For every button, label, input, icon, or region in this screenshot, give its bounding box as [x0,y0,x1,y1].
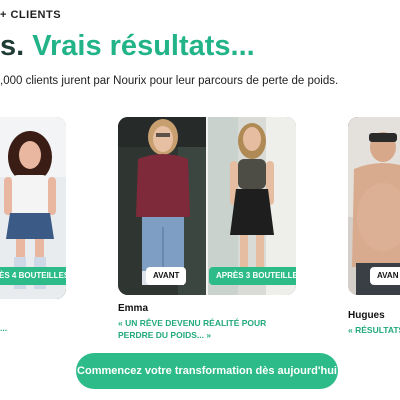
page-subtitle: ,000 clients jurent par Nourix pour leur… [0,75,339,87]
testimonial-card-3: AVAN [348,117,400,295]
headline-dark-part: s. [0,30,25,62]
before-label: AVAN [370,267,400,285]
testimonial-quote-2: « UN RÊVE DEVENU RÉALITÉ POUR PERDRE DU … [118,318,267,340]
before-label: AVANT [146,267,187,285]
testimonial-quote-3: « RÉSULTATS V [348,325,400,335]
testimonial-card-1: ÈS 4 BOUTEILLES [0,117,66,299]
after-label: ÈS 4 BOUTEILLES [0,267,66,285]
testimonial-name: Hugues [348,310,385,321]
after-label: APRÈS 3 BOUTEILLES [209,267,296,285]
testimonial-card-2: AVANT APRÈS 3 BOUTEILLES [118,117,296,295]
headline-accent-part: Vrais résultats... [32,30,255,62]
start-transformation-button[interactable]: Commencez votre transformation dès aujou… [76,353,338,389]
testimonial-quote-1: ... [0,323,8,333]
testimonial-name: Emma [118,303,149,314]
clients-count-kicker: + CLIENTS [0,9,62,21]
page-headline: s. Vrais résultats... [0,26,255,66]
